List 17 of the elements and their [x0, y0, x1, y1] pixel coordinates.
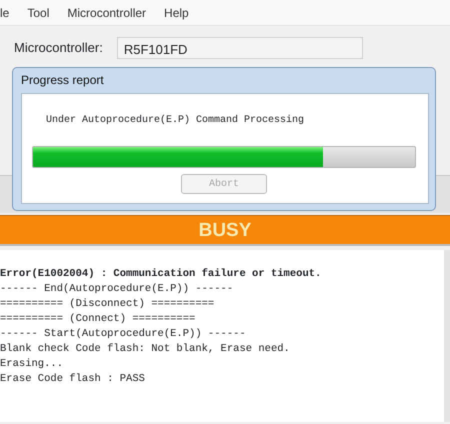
dialog-title: Progress report	[21, 72, 105, 89]
log-line: Error(E1002004) : Communication failure or timeout.	[0, 267, 322, 282]
status-banner: BUSY	[0, 215, 450, 246]
log-line: ------ End(Autoprocedure(E.P)) ------	[0, 282, 234, 297]
menu-item[interactable]: Tool	[27, 4, 50, 22]
log-line: ------ Start(Autoprocedure(E.P)) ------	[0, 327, 247, 342]
menu-item[interactable]: le	[0, 4, 10, 22]
menu-item[interactable]: Help	[164, 4, 189, 22]
menu-item[interactable]: Microcontroller	[67, 4, 146, 22]
microcontroller-label: Microcontroller:	[14, 39, 103, 58]
log-line: ========== (Disconnect) ==========	[0, 297, 216, 312]
log-line: Erasing...	[0, 357, 64, 372]
microcontroller-field[interactable]: R5F101FD	[116, 37, 363, 59]
log-line: Erase Code flash : PASS	[0, 372, 146, 387]
progress-message: Under Autoprocedure(E.P) Command Processing	[45, 114, 306, 128]
log-line: Blank check Code flash: Not blank, Erase need.	[0, 342, 291, 357]
log-line: ========== (Connect) ==========	[0, 312, 196, 327]
